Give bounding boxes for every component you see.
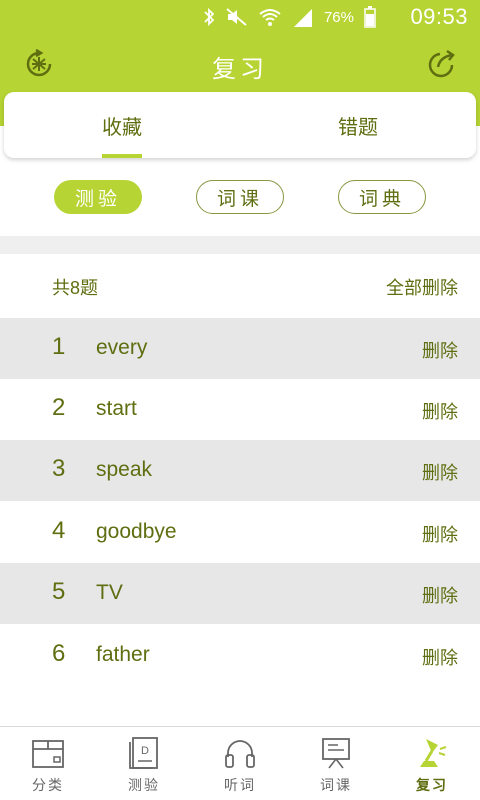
nav-lesson[interactable]: 词课 [288,727,384,800]
nav-category[interactable]: 分类 [0,727,96,800]
item-number: 6 [52,640,66,667]
quiz-book-icon: D [129,737,158,769]
list-summary: 共8题 全部删除 [0,254,480,318]
nav-label: 分类 [32,777,64,793]
list-item[interactable]: 2 start 删除 [0,379,480,440]
svg-text:D: D [141,745,149,757]
list-item[interactable]: 3 speak 删除 [0,440,480,501]
review-lamp-icon [420,739,447,767]
battery-icon [364,6,376,28]
nav-listen[interactable]: 听词 [192,727,288,800]
page-title: 复习 [212,56,268,83]
item-number: 5 [52,578,66,605]
nav-review[interactable]: 复习 [384,727,480,800]
list-item[interactable]: 4 goodbye 删除 [0,502,480,563]
list-item[interactable]: 5 TV 删除 [0,563,480,624]
tab-bar: 收藏 错题 [4,92,476,158]
item-number: 1 [52,333,66,360]
wifi-icon [259,9,281,26]
tab-favorites[interactable]: 收藏 [4,92,240,158]
delete-all-button[interactable]: 全部删除 [386,274,458,300]
item-number: 2 [52,394,66,421]
bottom-nav: 分类 D 测验 听词 词课 复习 [0,726,480,800]
item-number: 3 [52,455,66,482]
chip-quiz[interactable]: 测验 [54,180,142,214]
signal-icon [293,9,312,27]
nav-label: 听词 [224,777,256,793]
headphones-icon [225,740,255,768]
category-box-icon [32,740,64,768]
clock: 09:53 [410,4,468,29]
bluetooth-icon [204,7,215,27]
item-word: speak [96,458,153,481]
lesson-board-icon [322,738,350,769]
item-word: father [96,643,150,666]
tab-label: 错题 [338,116,378,139]
item-word: goodbye [96,520,177,543]
tab-mistakes[interactable]: 错题 [240,92,476,158]
delete-button[interactable]: 删除 [422,398,458,424]
delete-button[interactable]: 删除 [422,521,458,547]
share-icon[interactable] [424,47,458,81]
mute-icon [226,8,247,26]
delete-button[interactable]: 删除 [422,644,458,670]
item-word: start [96,397,137,420]
tab-label: 收藏 [102,116,142,139]
item-number: 4 [52,517,66,544]
item-count: 共8题 [52,278,99,298]
list-item[interactable]: 6 father 删除 [0,625,480,686]
status-bar: 76% 09:53 [0,0,480,34]
nav-label: 复习 [416,777,448,793]
nav-label: 词课 [320,777,352,793]
delete-button[interactable]: 删除 [422,459,458,485]
section-divider [0,236,480,254]
nav-quiz[interactable]: D 测验 [96,727,192,800]
active-tab-indicator [102,154,142,158]
nav-label: 测验 [128,777,160,793]
delete-button[interactable]: 删除 [422,337,458,363]
chip-dictionary[interactable]: 词典 [338,180,426,214]
filter-chips: 测验 词课 词典 [0,180,480,216]
item-word: every [96,336,148,359]
item-word: TV [96,581,123,604]
chip-lesson[interactable]: 词课 [196,180,284,214]
list-item[interactable]: 1 every 删除 [0,318,480,379]
battery-percentage: 76% [323,8,354,26]
status-icons: 76% [202,5,376,29]
delete-button[interactable]: 删除 [422,582,458,608]
